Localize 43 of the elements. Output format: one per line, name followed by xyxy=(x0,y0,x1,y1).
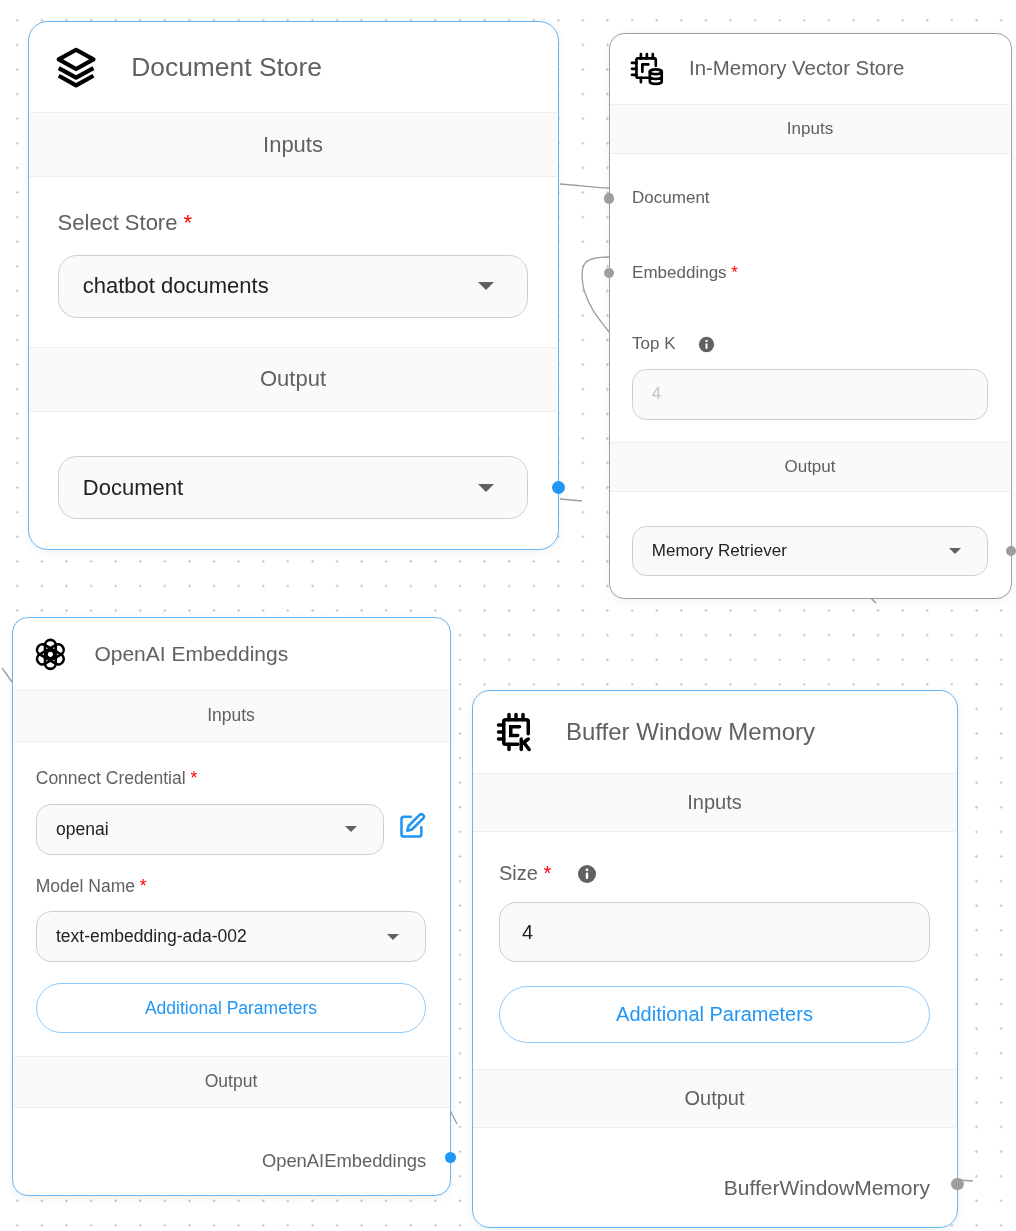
node-title: Buffer Window Memory xyxy=(566,718,815,746)
section-header: Inputs xyxy=(473,773,956,832)
info-icon[interactable] xyxy=(577,863,598,884)
section-header: Output xyxy=(610,441,1010,493)
caret-icon xyxy=(387,933,399,940)
output-label: BufferWindowMemory xyxy=(723,1176,930,1200)
section-header: Output xyxy=(473,1069,956,1128)
caret-icon xyxy=(345,826,357,833)
caret-icon xyxy=(478,483,495,492)
section-header: Inputs xyxy=(29,112,557,177)
dropdown[interactable]: text-embedding-ada-002 xyxy=(35,911,427,963)
input-label: Document xyxy=(632,188,710,209)
dropdown[interactable]: Memory Retriever xyxy=(632,526,988,576)
dropdown[interactable]: openai xyxy=(35,803,385,855)
connector-line xyxy=(559,498,583,502)
info-icon[interactable] xyxy=(697,335,715,353)
edit-icon[interactable] xyxy=(398,811,427,840)
section-header: Inputs xyxy=(610,103,1010,155)
node-title: In-Memory Vector Store xyxy=(689,57,905,81)
connector-line xyxy=(559,183,610,189)
field-label: Connect Credential * xyxy=(35,767,198,789)
section-header: Output xyxy=(29,346,557,412)
output-handle[interactable] xyxy=(1005,545,1016,557)
node-title: Document Store xyxy=(131,51,322,83)
output-label: OpenAIEmbeddings xyxy=(261,1149,427,1172)
field-label: Select Store * xyxy=(57,209,193,236)
input-label: Embeddings * xyxy=(632,263,738,284)
dropdown[interactable]: Document xyxy=(57,455,529,520)
caret-icon xyxy=(478,282,495,291)
field-label: Model Name * xyxy=(35,875,147,897)
input-handle[interactable] xyxy=(603,267,615,279)
output-handle[interactable] xyxy=(444,1151,456,1163)
node-title: OpenAI Embeddings xyxy=(94,641,289,666)
section-header: Output xyxy=(13,1055,449,1108)
field-label: Size * xyxy=(499,862,552,885)
field-label: Top K xyxy=(632,334,676,355)
input-handle[interactable] xyxy=(603,193,615,204)
section-header: Inputs xyxy=(13,689,449,742)
connector-line xyxy=(1,667,13,683)
dropdown[interactable]: chatbot documents xyxy=(57,254,529,319)
caret-icon xyxy=(949,547,962,554)
input-field[interactable]: 4 xyxy=(499,902,930,962)
chip-database-icon xyxy=(628,51,665,87)
